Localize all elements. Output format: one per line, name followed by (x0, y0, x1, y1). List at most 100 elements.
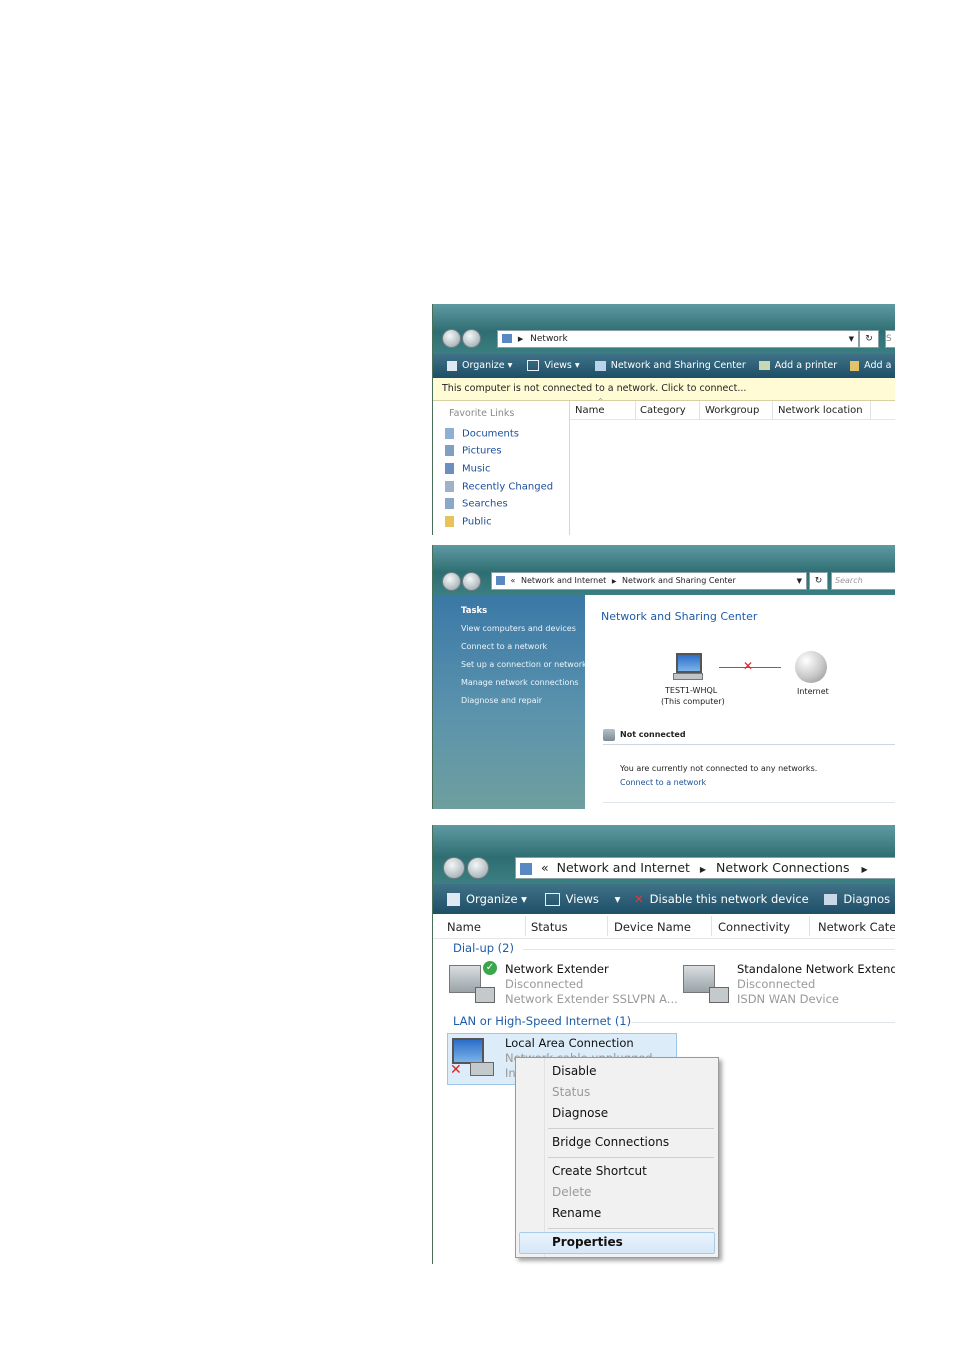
internet-globe-icon[interactable] (795, 651, 827, 683)
searches-icon (445, 498, 454, 509)
back-button[interactable] (443, 857, 465, 879)
breadcrumb-network-connections[interactable]: Network Connections (716, 860, 849, 875)
fav-searches[interactable]: Searches (445, 498, 508, 510)
views-button[interactable]: Views ▾ (544, 884, 621, 914)
group-dialup[interactable]: Dial-up (2) (453, 941, 514, 955)
search-box[interactable]: Search (831, 572, 895, 590)
group-lan[interactable]: LAN or High-Speed Internet (1) (453, 1014, 631, 1028)
title-glass: « Network and Internet ▶ Network Connect… (433, 825, 895, 884)
address-dropdown-icon[interactable]: ▼ (849, 331, 854, 347)
sharing-center-window: « Network and Internet ▶ Network and Sha… (432, 545, 895, 809)
breadcrumb-arrow-icon: ▶ (611, 578, 617, 585)
forward-button[interactable] (462, 572, 481, 591)
col-sep-1 (525, 916, 526, 936)
views-dropdown-icon[interactable]: ▾ (615, 884, 621, 914)
sort-arrow-icon: ^ (598, 398, 604, 405)
disconnected-x-icon: ✕ (450, 1062, 462, 1078)
breadcrumb-arrow-icon: ▶ (517, 335, 524, 343)
diagnose-button[interactable]: Diagnos (824, 884, 890, 914)
printer-icon (758, 361, 770, 370)
sharing-content: Network and Sharing Center TEST1-WHQL (T… (585, 595, 895, 809)
breadcrumb-arrow-icon: ▶ (699, 865, 707, 874)
address-bar[interactable]: « Network and Internet ▶ Network Connect… (515, 857, 895, 879)
favorites-pane: Favorite Links Documents Pictures Music … (433, 401, 570, 535)
menu-delete: Delete (552, 1185, 592, 1199)
favorites-title: Favorite Links (449, 408, 515, 419)
back-button[interactable] (442, 329, 461, 348)
col-device-name[interactable]: Device Name (614, 920, 691, 934)
refresh-button[interactable]: ↻ (809, 572, 828, 590)
connect-network-link[interactable]: Connect to a network (620, 778, 706, 787)
status-title: Not connected (620, 730, 686, 739)
menu-separator-1 (548, 1128, 714, 1129)
menu-create-shortcut[interactable]: Create Shortcut (552, 1164, 647, 1178)
status-text: You are currently not connected to any n… (620, 764, 818, 773)
menu-rename[interactable]: Rename (552, 1206, 601, 1220)
search-box[interactable]: S (885, 330, 895, 348)
fav-music[interactable]: Music (445, 463, 490, 475)
views-button[interactable]: Views ▾ (527, 354, 580, 378)
network-sharing-center-button[interactable]: Network and Sharing Center (594, 354, 746, 378)
tasks-pane: Tasks View computers and devices Connect… (433, 595, 587, 809)
menu-separator-2 (548, 1157, 714, 1158)
monitor-shape (676, 653, 702, 673)
conn-standalone-extender[interactable]: Standalone Network Extende Disconnected … (681, 961, 895, 1009)
breadcrumb-network-internet[interactable]: Network and Internet (521, 576, 606, 585)
organize-button[interactable]: Organize ▾ (447, 354, 512, 378)
breadcrumb-network-internet[interactable]: Network and Internet (557, 860, 690, 875)
col-sep-4 (809, 916, 810, 936)
group-lan-line (631, 1022, 895, 1023)
disable-device-button[interactable]: ✕ Disable this network device (634, 884, 809, 914)
page-title: Network and Sharing Center (601, 610, 758, 623)
fav-pictures[interactable]: Pictures (445, 445, 502, 457)
menu-diagnose[interactable]: Diagnose (552, 1106, 608, 1120)
conn1-status: Disconnected (505, 977, 584, 991)
address-dropdown-icon[interactable]: ▼ (797, 573, 802, 589)
col-network-location[interactable]: Network location (778, 405, 863, 416)
conn2-status: Disconnected (737, 977, 816, 991)
recent-icon (445, 481, 454, 492)
task-view-computers[interactable]: View computers and devices (461, 624, 576, 633)
breadcrumb-network[interactable]: Network (530, 334, 568, 344)
refresh-button[interactable]: ↻ (859, 330, 879, 348)
views-icon (544, 893, 560, 906)
computer-icon[interactable] (673, 653, 703, 680)
forward-button[interactable] (462, 329, 481, 348)
col-name[interactable]: Name (447, 920, 481, 934)
breadcrumb-sharing-center[interactable]: Network and Sharing Center (622, 576, 736, 585)
add-printer-button[interactable]: Add a printer (758, 354, 837, 378)
col-network-category[interactable]: Network Cate (818, 920, 895, 934)
col-sep-2 (699, 401, 700, 419)
forward-button[interactable] (467, 857, 489, 879)
title-glass: ▶ Network ▼ ↻ S (433, 304, 895, 354)
task-connect-network[interactable]: Connect to a network (461, 642, 547, 651)
network-connections-icon (520, 862, 532, 875)
info-bar[interactable]: This computer is not connected to a netw… (433, 378, 895, 401)
organize-button[interactable]: Organize ▾ (447, 884, 527, 914)
toolbar: Organize ▾ Views ▾ ✕ Disable this network… (433, 884, 895, 914)
conn1-name: Network Extender (505, 962, 609, 976)
task-setup-connection[interactable]: Set up a connection or network (461, 660, 587, 669)
col-name[interactable]: Name (575, 405, 605, 416)
col-connectivity[interactable]: Connectivity (718, 920, 790, 934)
fav-recently-changed[interactable]: Recently Changed (445, 481, 553, 493)
add-wireless-button[interactable]: Add a wire (850, 354, 895, 378)
task-manage-connections[interactable]: Manage network connections (461, 678, 579, 687)
col-workgroup[interactable]: Workgroup (705, 405, 759, 416)
menu-bridge[interactable]: Bridge Connections (552, 1135, 669, 1149)
fav-public[interactable]: Public (445, 516, 492, 528)
col-sep-3 (711, 916, 712, 936)
fav-documents[interactable]: Documents (445, 428, 519, 440)
column-header: Name ^ Category Workgroup Network locati… (570, 398, 895, 420)
back-button[interactable] (442, 572, 461, 591)
views-icon (527, 360, 540, 371)
col-category[interactable]: Category (640, 405, 686, 416)
menu-gutter (516, 1058, 545, 1257)
conn-network-extender[interactable]: ✓ Network Extender Disconnected Network … (447, 961, 678, 1009)
task-diagnose-repair[interactable]: Diagnose and repair (461, 696, 542, 705)
menu-properties[interactable]: Properties (552, 1235, 623, 1249)
col-status[interactable]: Status (531, 920, 568, 934)
address-bar[interactable]: ▶ Network ▼ (497, 330, 859, 348)
menu-disable[interactable]: Disable (552, 1064, 597, 1078)
address-bar[interactable]: « Network and Internet ▶ Network and Sha… (491, 572, 807, 590)
